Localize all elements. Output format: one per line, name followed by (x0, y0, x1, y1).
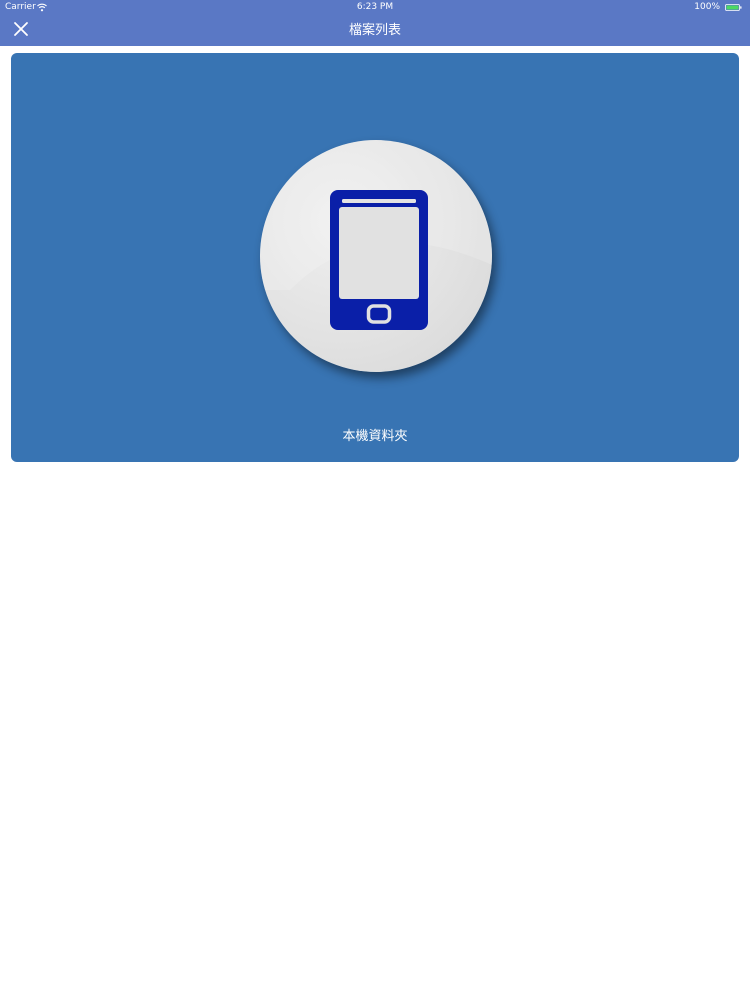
battery-icon (725, 4, 742, 11)
page-title: 檔案列表 (348, 23, 401, 38)
folder-label: 本機資料夾 (342, 429, 408, 444)
local-folder-card[interactable]: 本機資料夾 (11, 53, 739, 462)
phone-icon (330, 190, 428, 330)
top-bar: Carrier 6:23 PM 100% 檔案列表 (0, 0, 750, 46)
battery-percentage: 100% (694, 2, 720, 12)
status-time: 6:23 PM (356, 2, 394, 12)
status-bar: Carrier 6:23 PM 100% (0, 0, 750, 15)
